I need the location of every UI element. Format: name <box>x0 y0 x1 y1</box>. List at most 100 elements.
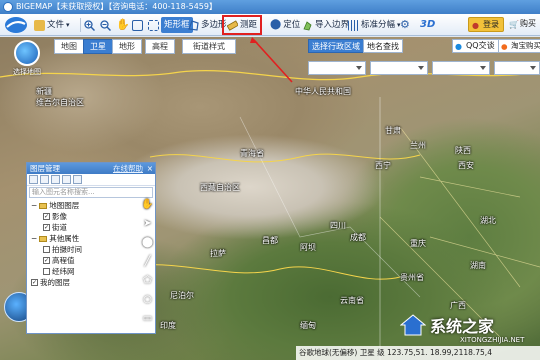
tab-map[interactable]: 地图 <box>54 39 84 54</box>
line-icon: ╱ <box>144 255 151 267</box>
folder-icon <box>34 19 45 31</box>
layer-label: 高程值 <box>52 256 75 265</box>
qq-chat-button[interactable]: ● QQ交谈 <box>452 39 499 53</box>
layer-checkbox[interactable]: ✓ <box>43 257 50 264</box>
zoom-out-button[interactable] <box>100 17 111 33</box>
locate-button[interactable]: ⬤ 定位 <box>270 17 300 33</box>
pan-tool-button[interactable]: ✋ <box>141 198 154 210</box>
taobao-buy-button[interactable]: ● 淘宝购买 <box>498 39 540 53</box>
window-title: BIGEMAP【未获取授权】【咨询电话：400-118-5459】 <box>16 2 217 11</box>
layer-panel-title: 图层管理 <box>30 164 60 173</box>
select-tool-button[interactable]: ➤ <box>141 217 154 229</box>
close-icon[interactable]: × <box>147 163 153 174</box>
zoom-in-icon <box>84 19 95 31</box>
layer-tree-item[interactable]: ✓ 高程值 <box>29 255 153 266</box>
layer-label: 其他属性 <box>49 234 80 243</box>
town-select[interactable] <box>494 61 540 75</box>
standard-tiles-label: 标准分幅 <box>361 20 396 30</box>
highlight-annotation <box>222 15 262 35</box>
layer-tree-item[interactable]: 拍摄时间 <box>29 244 153 255</box>
circle-icon: ○ <box>143 293 152 305</box>
import-boundary-button[interactable]: 导入边界 <box>302 17 349 33</box>
layer-checkbox[interactable]: ✓ <box>31 279 38 286</box>
circle-tool-button[interactable]: ○ <box>141 293 154 305</box>
file-menu[interactable]: 文件 ▾ <box>34 17 70 33</box>
fullscreen-button[interactable] <box>132 17 143 33</box>
layer-search-input[interactable]: 输入图元名称搜索... <box>29 187 153 198</box>
taobao-icon: ● <box>501 42 508 51</box>
house-logo-icon <box>400 314 426 336</box>
settings-icon[interactable] <box>73 175 82 184</box>
layer-tree: − 地图图层 ✓ 影像 ✓ 街道 − 其他属性 拍摄时间 ✓ 高程值 经纬网 ✓ 我的图层 <box>27 199 155 289</box>
folder-icon[interactable] <box>40 175 49 184</box>
map-type-tabs: 地图 卫星 地形 高程 街道样式 <box>54 39 236 54</box>
import-boundary-label: 导入边界 <box>315 20 350 30</box>
county-select[interactable] <box>432 61 490 75</box>
add-layer-icon[interactable] <box>29 175 38 184</box>
expand-icon <box>132 19 143 31</box>
rect-select-button[interactable]: 矩形框 <box>148 17 193 33</box>
online-help-link[interactable]: 在线帮助 <box>113 163 143 174</box>
login-button[interactable]: ● 登录 <box>468 17 504 32</box>
user-icon: ● <box>472 21 479 30</box>
settings-button[interactable]: ⚙ <box>400 17 410 33</box>
collapse-icon[interactable]: − <box>31 200 37 211</box>
layer-tree-item[interactable]: ✓ 影像 <box>29 211 153 222</box>
layer-tree-item[interactable]: 经纬网 <box>29 266 153 277</box>
delete-icon[interactable] <box>51 175 60 184</box>
taobao-label: 淘宝购买 <box>511 41 540 50</box>
qq-icon: ● <box>455 42 462 51</box>
polygon-button[interactable]: 多边形 <box>188 17 227 33</box>
layer-checkbox[interactable]: ✓ <box>43 224 50 231</box>
file-label: 文件 <box>47 20 65 30</box>
status-bar: 谷歌地球(无偏移) 卫星 级 123.75,51. 18.99,2118.75,… <box>296 346 540 360</box>
layer-checkbox[interactable] <box>43 246 50 253</box>
map-selector[interactable]: 选择地图 <box>8 40 46 80</box>
layer-label: 经纬网 <box>52 267 75 276</box>
layer-checkbox[interactable]: ✓ <box>43 213 50 220</box>
hand-icon: ✋ <box>141 198 154 210</box>
tab-select-region[interactable]: 选择行政区域 <box>308 39 364 53</box>
collapse-icon[interactable]: − <box>31 233 37 244</box>
layer-label: 拍摄时间 <box>52 245 82 254</box>
polygon-icon <box>188 19 199 31</box>
layer-label: 我的图层 <box>40 278 70 287</box>
rectangle-icon: ▭ <box>142 312 153 324</box>
city-select[interactable] <box>370 61 428 75</box>
polygon-tool-button[interactable]: ⬠ <box>141 274 154 286</box>
region-search-panel: 选择行政区域 地名查找 ● QQ交谈 ● 淘宝购买 <box>308 39 540 81</box>
cart-icon: 🛒 <box>509 20 519 29</box>
buy-button[interactable]: 🛒 购买 <box>508 17 539 32</box>
zoom-in-button[interactable] <box>84 17 95 33</box>
map-selector-label: 选择地图 <box>13 68 41 76</box>
boundary-icon <box>303 20 312 30</box>
province-select[interactable] <box>308 61 366 75</box>
map-pin-icon: ⬤ <box>141 236 154 248</box>
map-pin-icon: ⬤ <box>270 19 282 30</box>
watermark-text: 系统之家 <box>430 317 495 336</box>
layer-checkbox[interactable] <box>43 268 50 275</box>
grid-icon <box>348 19 359 31</box>
zoom-out-icon <box>100 19 111 31</box>
tab-terrain[interactable]: 地形 <box>112 39 142 54</box>
line-tool-button[interactable]: ╱ <box>141 255 154 267</box>
layer-panel-header: 图层管理 在线帮助 × <box>27 163 155 174</box>
cursor-icon: ➤ <box>143 217 152 229</box>
layer-tree-item[interactable]: ✓ 我的图层 <box>29 277 153 288</box>
street-style-button[interactable]: 街道样式 <box>182 39 236 54</box>
layer-tree-item[interactable]: − 地图图层 <box>29 200 153 211</box>
watermark-domain: XITONGZHIJIA.NET <box>460 336 525 344</box>
globe-icon <box>14 40 40 66</box>
standard-tiles-button[interactable]: 标准分幅 ▾ <box>348 17 401 33</box>
tab-elevation[interactable]: 高程 <box>145 39 175 54</box>
tab-satellite[interactable]: 卫星 <box>83 39 113 54</box>
layer-tree-item[interactable]: − 其他属性 <box>29 233 153 244</box>
layer-tree-item[interactable]: ✓ 街道 <box>29 222 153 233</box>
buy-label: 购买 <box>520 19 536 28</box>
3d-button[interactable]: 3D <box>420 17 435 33</box>
grid-icon[interactable] <box>62 175 71 184</box>
pan-button[interactable]: ✋ <box>116 17 130 33</box>
marker-tool-button[interactable]: ⬤ <box>141 236 154 248</box>
tab-place-search[interactable]: 地名查找 <box>363 39 403 53</box>
rectangle-tool-button[interactable]: ▭ <box>141 312 154 324</box>
